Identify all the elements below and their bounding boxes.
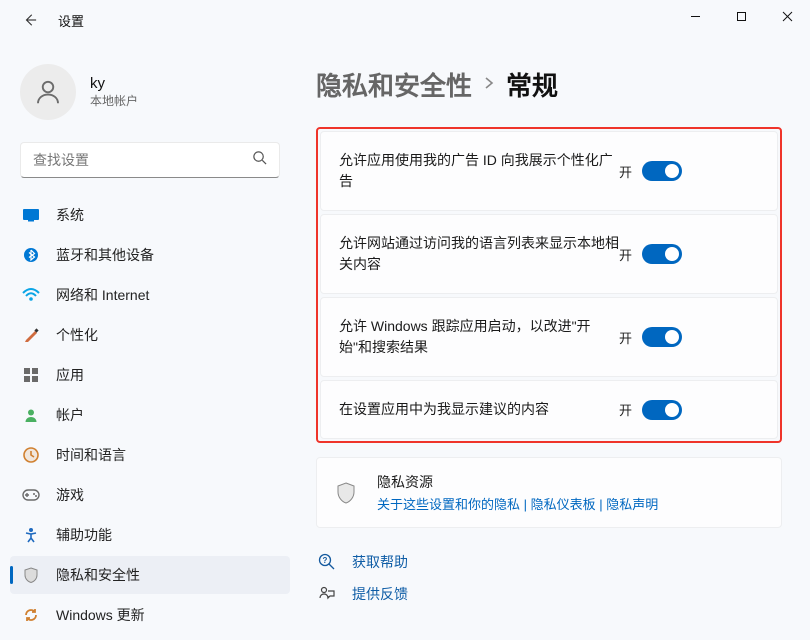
resource-link[interactable]: 关于这些设置和你的隐私 — [377, 497, 520, 512]
system-icon — [22, 206, 40, 224]
setting-row: 允许 Windows 跟踪应用启动，以改进"开始"和搜索结果开 — [320, 297, 778, 377]
sidebar-item-label: 时间和语言 — [56, 445, 126, 465]
sidebar-item-label: 系统 — [56, 205, 84, 225]
sidebar-item-label: 游戏 — [56, 485, 84, 505]
resource-title: 隐私资源 — [377, 472, 658, 492]
toggle-switch[interactable] — [642, 161, 682, 181]
search-input[interactable] — [33, 152, 252, 168]
setting-label: 在设置应用中为我显示建议的内容 — [339, 399, 619, 420]
privacy-icon — [22, 566, 40, 584]
sidebar-item-label: 应用 — [56, 365, 84, 385]
sidebar-item-privacy[interactable]: 隐私和安全性 — [10, 556, 290, 594]
sidebar-item-accessibility[interactable]: 辅助功能 — [10, 516, 290, 554]
search-icon — [252, 150, 267, 170]
sidebar-item-label: 蓝牙和其他设备 — [56, 245, 154, 265]
avatar — [20, 64, 76, 120]
accessibility-icon — [22, 526, 40, 544]
user-name: ky — [90, 75, 138, 92]
toggle-state-label: 开 — [619, 162, 632, 181]
help-icon: ? — [318, 553, 336, 571]
sidebar-item-label: 网络和 Internet — [56, 285, 149, 305]
setting-row: 在设置应用中为我显示建议的内容开 — [320, 380, 778, 439]
sidebar-item-update[interactable]: Windows 更新 — [10, 596, 290, 634]
sidebar-item-gaming[interactable]: 游戏 — [10, 476, 290, 514]
resource-link[interactable]: 隐私声明 — [606, 497, 658, 512]
user-subtitle: 本地帐户 — [90, 92, 138, 109]
setting-label: 允许应用使用我的广告 ID 向我展示个性化广告 — [339, 150, 619, 192]
sidebar-item-label: 帐户 — [56, 405, 84, 425]
window-title: 设置 — [58, 11, 84, 30]
bluetooth-icon — [22, 246, 40, 264]
network-icon — [22, 286, 40, 304]
get-help-link[interactable]: ? 获取帮助 — [318, 552, 782, 572]
feedback-link[interactable]: 提供反馈 — [318, 584, 782, 604]
privacy-resources-card: 隐私资源 关于这些设置和你的隐私 | 隐私仪表板 | 隐私声明 — [316, 457, 782, 528]
back-button[interactable] — [20, 10, 40, 30]
toggle-switch[interactable] — [642, 400, 682, 420]
sidebar-item-network[interactable]: 网络和 Internet — [10, 276, 290, 314]
update-icon — [22, 606, 40, 624]
gaming-icon — [22, 486, 40, 504]
breadcrumb-current: 常规 — [506, 66, 558, 103]
sidebar-item-accounts[interactable]: 帐户 — [10, 396, 290, 434]
setting-row: 允许应用使用我的广告 ID 向我展示个性化广告开 — [320, 131, 778, 211]
svg-text:?: ? — [323, 556, 328, 565]
get-help-label: 获取帮助 — [352, 552, 408, 572]
sidebar-item-label: 隐私和安全性 — [56, 565, 140, 585]
setting-label: 允许网站通过访问我的语言列表来显示本地相关内容 — [339, 233, 619, 275]
resource-links: 关于这些设置和你的隐私 | 隐私仪表板 | 隐私声明 — [377, 494, 658, 513]
toggle-switch[interactable] — [642, 327, 682, 347]
sidebar-item-personalization[interactable]: 个性化 — [10, 316, 290, 354]
resource-link[interactable]: 隐私仪表板 — [531, 497, 596, 512]
chevron-right-icon — [484, 74, 494, 95]
shield-icon — [335, 481, 359, 505]
setting-label: 允许 Windows 跟踪应用启动，以改进"开始"和搜索结果 — [339, 316, 619, 358]
sidebar-item-time[interactable]: 时间和语言 — [10, 436, 290, 474]
sidebar-item-label: Windows 更新 — [56, 605, 145, 625]
accounts-icon — [22, 406, 40, 424]
time-icon — [22, 446, 40, 464]
feedback-icon — [318, 585, 336, 603]
sidebar-item-system[interactable]: 系统 — [10, 196, 290, 234]
breadcrumb-parent[interactable]: 隐私和安全性 — [316, 66, 472, 103]
settings-highlight-box: 允许应用使用我的广告 ID 向我展示个性化广告开允许网站通过访问我的语言列表来显… — [316, 127, 782, 443]
toggle-state-label: 开 — [619, 328, 632, 347]
apps-icon — [22, 366, 40, 384]
sidebar-item-label: 个性化 — [56, 325, 98, 345]
setting-row: 允许网站通过访问我的语言列表来显示本地相关内容开 — [320, 214, 778, 294]
toggle-state-label: 开 — [619, 400, 632, 419]
sidebar-item-label: 辅助功能 — [56, 525, 112, 545]
feedback-label: 提供反馈 — [352, 584, 408, 604]
user-block[interactable]: ky 本地帐户 — [0, 50, 300, 138]
personalization-icon — [22, 326, 40, 344]
breadcrumb: 隐私和安全性 常规 — [316, 66, 782, 103]
sidebar-item-apps[interactable]: 应用 — [10, 356, 290, 394]
toggle-switch[interactable] — [642, 244, 682, 264]
close-button[interactable] — [764, 0, 810, 32]
search-box[interactable] — [20, 142, 280, 178]
sidebar-item-bluetooth[interactable]: 蓝牙和其他设备 — [10, 236, 290, 274]
maximize-button[interactable] — [718, 0, 764, 32]
toggle-state-label: 开 — [619, 245, 632, 264]
minimize-button[interactable] — [672, 0, 718, 32]
